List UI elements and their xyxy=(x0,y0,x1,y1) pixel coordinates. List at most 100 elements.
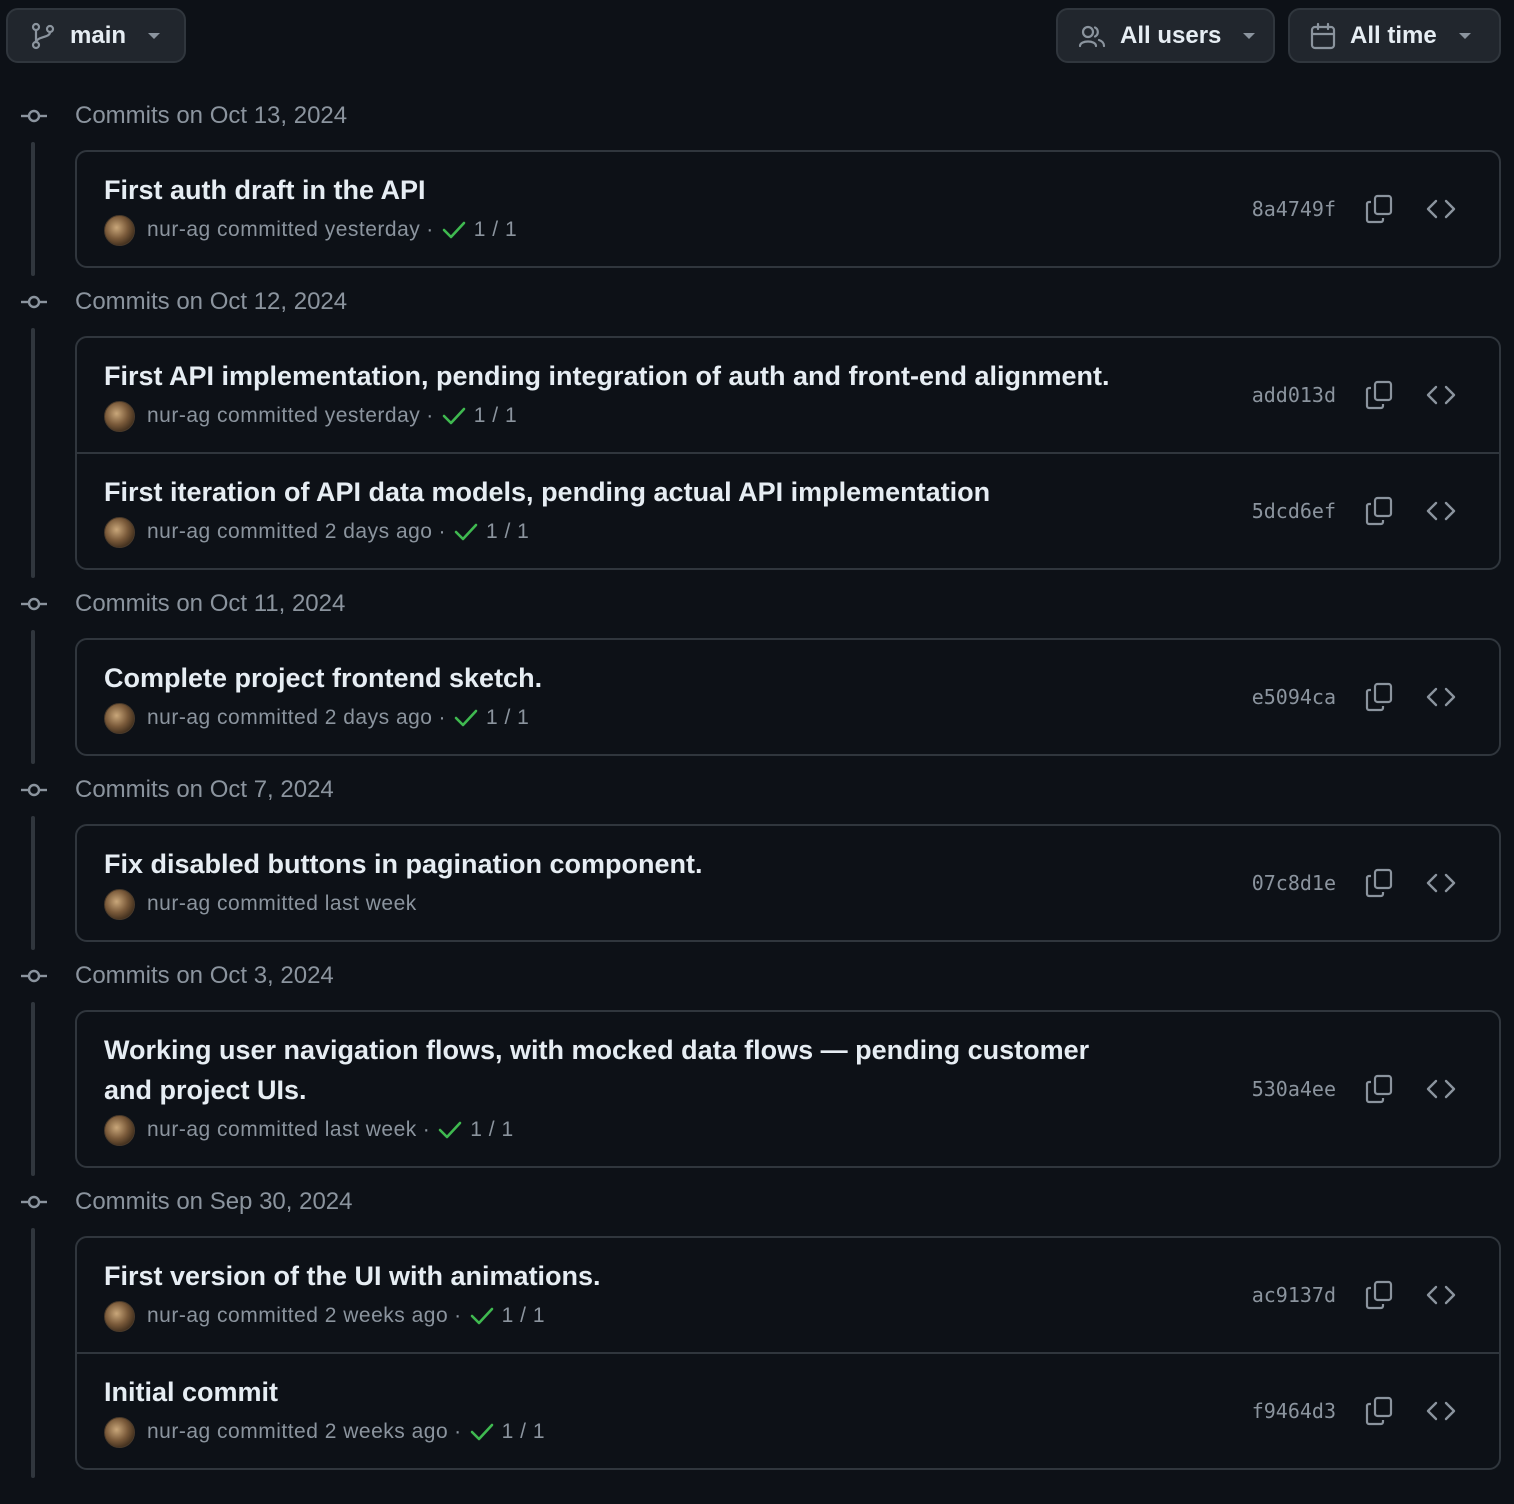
chevron-down-icon xyxy=(146,31,162,41)
commit-title-link[interactable]: Initial commit xyxy=(104,1372,1114,1412)
check-icon[interactable] xyxy=(470,1422,494,1442)
code-icon[interactable] xyxy=(1424,378,1458,412)
commit-actions: e5094ca xyxy=(1252,677,1499,717)
author-link[interactable]: nur-ag xyxy=(147,1118,211,1142)
commit-day-group: Commits on Oct 11, 2024 Complete project … xyxy=(0,570,1514,764)
commit-title-link[interactable]: Working user navigation flows, with mock… xyxy=(104,1030,1114,1110)
checks-count[interactable]: 1 / 1 xyxy=(486,520,529,544)
check-icon[interactable] xyxy=(442,220,466,240)
code-icon[interactable] xyxy=(1424,1394,1458,1428)
code-icon[interactable] xyxy=(1424,866,1458,900)
author-link[interactable]: nur-ag xyxy=(147,218,211,242)
commit-row: First auth draft in the API nur-ag commit… xyxy=(77,152,1499,266)
commit-title-link[interactable]: Complete project frontend sketch. xyxy=(104,658,1114,698)
commit-sha-link[interactable]: 530a4ee xyxy=(1252,1077,1336,1101)
commit-actions: 8a4749f xyxy=(1252,189,1499,229)
author-link[interactable]: nur-ag xyxy=(147,892,211,916)
code-icon[interactable] xyxy=(1424,192,1458,226)
copy-icon[interactable] xyxy=(1362,192,1396,226)
commit-row: Initial commit nur-ag committed 2 weeks a… xyxy=(77,1352,1499,1468)
meta-separator: · xyxy=(426,404,434,427)
users-filter-button[interactable]: All users xyxy=(1056,8,1275,63)
day-header: Commits on Oct 11, 2024 xyxy=(0,570,1514,638)
git-commit-icon xyxy=(20,108,48,124)
commit-actions: f9464d3 xyxy=(1252,1391,1499,1431)
copy-icon[interactable] xyxy=(1362,1072,1396,1106)
commit-row: First iteration of API data models, pend… xyxy=(77,452,1499,568)
commit-title-link[interactable]: First iteration of API data models, pend… xyxy=(104,472,1114,512)
code-icon[interactable] xyxy=(1424,680,1458,714)
git-commit-icon xyxy=(20,294,48,310)
avatar[interactable] xyxy=(104,702,135,734)
avatar[interactable] xyxy=(104,1114,135,1146)
author-link[interactable]: nur-ag xyxy=(147,1420,211,1444)
day-label: Commits on Oct 13, 2024 xyxy=(75,102,348,129)
author-link[interactable]: nur-ag xyxy=(147,404,211,428)
git-commit-icon xyxy=(20,968,48,984)
commit-actions: 530a4ee xyxy=(1252,1069,1499,1109)
chevron-down-icon xyxy=(1457,31,1473,41)
check-icon[interactable] xyxy=(470,1306,494,1326)
checks-count[interactable]: 1 / 1 xyxy=(474,218,517,242)
commit-sha-link[interactable]: add013d xyxy=(1252,383,1336,407)
git-commit-icon xyxy=(20,1194,48,1210)
checks-count[interactable]: 1 / 1 xyxy=(502,1420,545,1444)
commit-row: First API implementation, pending integr… xyxy=(77,338,1499,452)
avatar[interactable] xyxy=(104,888,135,920)
code-icon[interactable] xyxy=(1424,494,1458,528)
chevron-down-icon xyxy=(1241,31,1257,41)
meta-separator: · xyxy=(438,520,446,543)
copy-icon[interactable] xyxy=(1362,680,1396,714)
commit-title-link[interactable]: First auth draft in the API xyxy=(104,170,1114,210)
commit-sha-link[interactable]: 07c8d1e xyxy=(1252,871,1336,895)
copy-icon[interactable] xyxy=(1362,1394,1396,1428)
commit-title-link[interactable]: First API implementation, pending integr… xyxy=(104,356,1114,396)
branch-label: main xyxy=(70,21,127,49)
commit-title-link[interactable]: Fix disabled buttons in pagination compo… xyxy=(104,844,1114,884)
commit-actions: ac9137d xyxy=(1252,1275,1499,1315)
checks-count[interactable]: 1 / 1 xyxy=(474,404,517,428)
copy-icon[interactable] xyxy=(1362,378,1396,412)
author-link[interactable]: nur-ag xyxy=(147,706,211,730)
avatar[interactable] xyxy=(104,1416,135,1448)
checks-count[interactable]: 1 / 1 xyxy=(470,1118,513,1142)
day-header: Commits on Oct 13, 2024 xyxy=(0,82,1514,150)
commit-list: Working user navigation flows, with mock… xyxy=(75,1010,1501,1168)
code-icon[interactable] xyxy=(1424,1278,1458,1312)
day-header: Commits on Oct 3, 2024 xyxy=(0,942,1514,1010)
commit-day-group: Commits on Oct 3, 2024 Working user navig… xyxy=(0,942,1514,1176)
check-icon[interactable] xyxy=(454,708,478,728)
day-header: Commits on Sep 30, 2024 xyxy=(0,1168,1514,1236)
avatar[interactable] xyxy=(104,214,135,246)
checks-count[interactable]: 1 / 1 xyxy=(486,706,529,730)
commit-time: committed yesterday xyxy=(217,218,421,241)
check-icon[interactable] xyxy=(454,522,478,542)
commit-sha-link[interactable]: f9464d3 xyxy=(1252,1399,1336,1423)
check-icon[interactable] xyxy=(438,1120,462,1140)
meta-separator: · xyxy=(454,1304,462,1327)
check-icon[interactable] xyxy=(442,406,466,426)
copy-icon[interactable] xyxy=(1362,1278,1396,1312)
avatar[interactable] xyxy=(104,400,135,432)
copy-icon[interactable] xyxy=(1362,494,1396,528)
avatar[interactable] xyxy=(104,516,135,548)
author-link[interactable]: nur-ag xyxy=(147,520,211,544)
timeline-rail xyxy=(31,1002,35,1176)
commit-sha-link[interactable]: ac9137d xyxy=(1252,1283,1336,1307)
copy-icon[interactable] xyxy=(1362,866,1396,900)
commits-toolbar: main All users All time xyxy=(0,0,1514,72)
branch-selector-button[interactable]: main xyxy=(6,8,186,63)
commit-sha-link[interactable]: e5094ca xyxy=(1252,685,1336,709)
checks-count[interactable]: 1 / 1 xyxy=(502,1304,545,1328)
day-header: Commits on Oct 7, 2024 xyxy=(0,756,1514,824)
avatar[interactable] xyxy=(104,1300,135,1332)
time-filter-button[interactable]: All time xyxy=(1288,8,1501,63)
author-link[interactable]: nur-ag xyxy=(147,1304,211,1328)
commit-title-link[interactable]: First version of the UI with animations. xyxy=(104,1256,1114,1296)
code-icon[interactable] xyxy=(1424,1072,1458,1106)
commit-sha-link[interactable]: 5dcd6ef xyxy=(1252,499,1336,523)
day-header: Commits on Oct 12, 2024 xyxy=(0,268,1514,336)
commit-sha-link[interactable]: 8a4749f xyxy=(1252,197,1336,221)
users-filter-label: All users xyxy=(1120,21,1222,49)
commit-list: First version of the UI with animations.… xyxy=(75,1236,1501,1470)
